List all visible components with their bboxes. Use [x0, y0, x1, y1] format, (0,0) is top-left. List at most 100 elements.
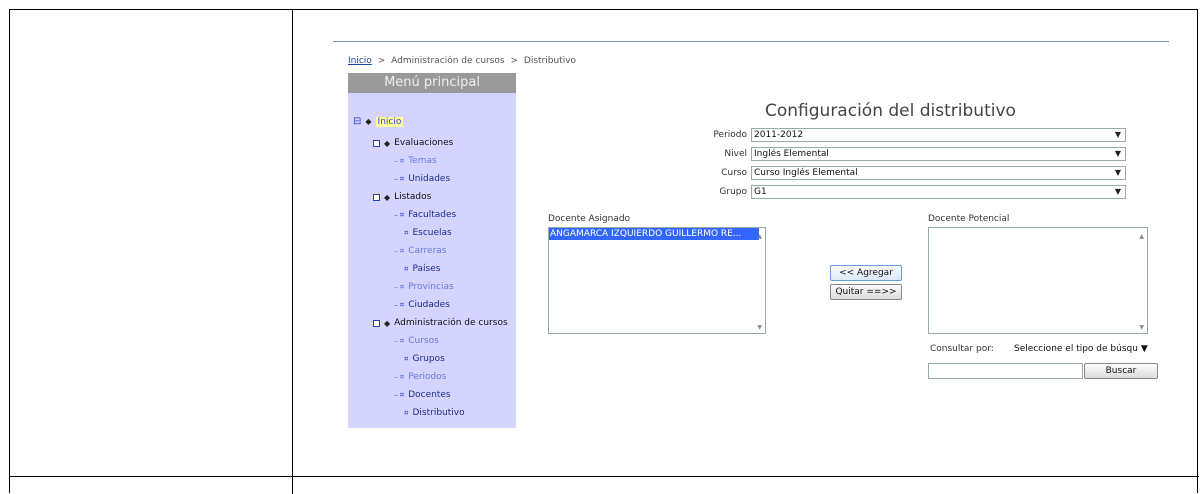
- scroll-down-icon[interactable]: ▼: [1139, 324, 1144, 331]
- assigned-teacher-label: Docente Asignado: [548, 214, 631, 224]
- top-border: [333, 41, 1169, 42]
- menu-item-label: Listados: [394, 192, 432, 202]
- page-title: Configuración del distributivo: [765, 101, 1016, 121]
- breadcrumb-home-link[interactable]: Inicio: [348, 56, 372, 66]
- app-window: Inicio > Administración de cursos > Dist…: [333, 41, 1169, 428]
- menu-item-label: Facultades: [408, 210, 457, 220]
- menu-item-grupos[interactable]: ¤ Grupos: [404, 354, 445, 364]
- add-button[interactable]: << Agregar: [830, 265, 902, 281]
- menu-item-label: Periodos: [408, 372, 447, 382]
- expand-box-icon[interactable]: [373, 139, 380, 147]
- search-type-value: Seleccione el tipo de búsqu: [1014, 344, 1138, 354]
- frame-divider-horizontal: [10, 476, 1199, 477]
- menu-item-cursos[interactable]: – ¤ Cursos: [394, 336, 439, 346]
- menu-item-label: Evaluaciones: [394, 138, 454, 148]
- bullet-icon: ◆: [365, 117, 372, 126]
- branch-icon: – ¤: [394, 301, 405, 309]
- scroll-up-icon[interactable]: ▲: [757, 233, 762, 240]
- assigned-teacher-list[interactable]: ANGAMARCA IZQUIERDO GUILLERMO RE... ▲ ▼: [548, 227, 766, 334]
- nivel-label: Nivel: [724, 149, 747, 159]
- branch-icon: – ¤: [394, 283, 405, 291]
- branch-icon: – ¤: [394, 373, 405, 381]
- menu-item-temas[interactable]: – ¤ Temas: [394, 156, 437, 166]
- grupo-value: G1: [754, 187, 767, 197]
- menu-item-carreras[interactable]: – ¤ Carreras: [394, 246, 446, 256]
- menu-item-docentes[interactable]: – ¤ Docentes: [394, 390, 451, 400]
- menu-item-label: Escuelas: [412, 228, 452, 238]
- branch-icon: – ¤: [394, 391, 405, 399]
- menu-item-label: Ciudades: [408, 300, 450, 310]
- chevron-down-icon: ▼: [1114, 187, 1121, 196]
- search-button[interactable]: Buscar: [1084, 363, 1158, 379]
- scroll-up-icon[interactable]: ▲: [1139, 233, 1144, 240]
- menu-item-distributivo[interactable]: ¤ Distributivo: [404, 408, 465, 418]
- branch-icon: ¤: [404, 355, 409, 363]
- menu-item-label: Países: [412, 264, 441, 274]
- menu-item-provincias[interactable]: – ¤ Provincias: [394, 282, 454, 292]
- potential-teacher-label: Docente Potencial: [928, 214, 1010, 224]
- breadcrumb-separator: >: [377, 56, 386, 66]
- search-by-label: Consultar por:: [930, 344, 994, 354]
- bullet-icon: ◆: [384, 192, 391, 202]
- assigned-teacher-item[interactable]: ANGAMARCA IZQUIERDO GUILLERMO RE...: [549, 228, 759, 240]
- menu-item-evaluaciones[interactable]: ◆ Evaluaciones: [373, 138, 453, 148]
- nivel-value: Inglés Elemental: [754, 149, 829, 159]
- curso-value: Curso Inglés Elemental: [754, 168, 858, 178]
- menu-item-label: Administración de cursos: [394, 318, 508, 328]
- breadcrumb-section: Administración de cursos: [391, 56, 505, 66]
- grupo-select[interactable]: G1 ▼: [751, 185, 1126, 199]
- menu-item-paises[interactable]: ¤ Países: [404, 264, 440, 274]
- main-menu: Menú principal ⊟ ◆ Inicio ◆ Evaluaciones…: [348, 73, 516, 428]
- nivel-row: Nivel Inglés Elemental ▼: [703, 147, 1126, 161]
- remove-button[interactable]: Quitar ==>>: [830, 284, 902, 300]
- menu-item-facultades[interactable]: – ¤ Facultades: [394, 210, 456, 220]
- branch-icon: ¤: [404, 265, 409, 273]
- bullet-icon: ◆: [384, 138, 391, 148]
- branch-icon: – ¤: [394, 211, 405, 219]
- frame-divider-vertical: [292, 10, 293, 494]
- periodo-label: Periodo: [713, 130, 747, 140]
- menu-title: Menú principal: [348, 73, 516, 93]
- branch-icon: – ¤: [394, 247, 405, 255]
- branch-icon: – ¤: [394, 175, 405, 183]
- menu-item-listados[interactable]: ◆ Listados: [373, 192, 431, 202]
- breadcrumb: Inicio > Administración de cursos > Dist…: [348, 56, 576, 66]
- potential-teacher-list[interactable]: ▲ ▼: [928, 227, 1148, 334]
- chevron-down-icon: ▼: [1114, 130, 1121, 139]
- menu-item-escuelas[interactable]: ¤ Escuelas: [404, 228, 452, 238]
- curso-label: Curso: [721, 168, 747, 178]
- scroll-down-icon[interactable]: ▼: [757, 324, 762, 331]
- branch-icon: – ¤: [394, 337, 405, 345]
- menu-item-label: Provincias: [408, 282, 454, 292]
- menu-item-administracion-cursos[interactable]: ◆ Administración de cursos: [373, 318, 508, 328]
- periodo-select[interactable]: 2011-2012 ▼: [751, 128, 1126, 142]
- branch-icon: ¤: [404, 409, 409, 417]
- curso-row: Curso Curso Inglés Elemental ▼: [703, 166, 1126, 180]
- curso-select[interactable]: Curso Inglés Elemental ▼: [751, 166, 1126, 180]
- nivel-select[interactable]: Inglés Elemental ▼: [751, 147, 1126, 161]
- menu-item-inicio[interactable]: ⊟ ◆ Inicio: [353, 116, 404, 127]
- expand-box-icon[interactable]: [373, 193, 380, 201]
- menu-item-label: Inicio: [375, 116, 404, 127]
- menu-item-label: Docentes: [408, 390, 451, 400]
- search-type-select[interactable]: Seleccione el tipo de búsqu ▼: [1014, 344, 1148, 354]
- menu-item-label: Carreras: [408, 246, 447, 256]
- collapse-icon[interactable]: ⊟: [353, 116, 361, 127]
- menu-item-unidades[interactable]: – ¤ Unidades: [394, 174, 450, 184]
- menu-item-label: Unidades: [408, 174, 451, 184]
- branch-icon: – ¤: [394, 157, 405, 165]
- grupo-row: Grupo G1 ▼: [703, 185, 1126, 199]
- menu-item-ciudades[interactable]: – ¤ Ciudades: [394, 300, 450, 310]
- breadcrumb-separator: >: [510, 56, 519, 66]
- menu-item-label: Temas: [408, 156, 437, 166]
- chevron-down-icon: ▼: [1114, 149, 1121, 158]
- chevron-down-icon: ▼: [1140, 344, 1148, 354]
- search-input[interactable]: [928, 363, 1083, 379]
- menu-item-label: Cursos: [408, 336, 439, 346]
- periodo-row: Periodo 2011-2012 ▼: [703, 128, 1126, 142]
- expand-box-icon[interactable]: [373, 319, 380, 327]
- bullet-icon: ◆: [384, 318, 391, 328]
- branch-icon: ¤: [404, 229, 409, 237]
- menu-item-periodos[interactable]: – ¤ Periodos: [394, 372, 446, 382]
- menu-item-label: Distributivo: [412, 408, 465, 418]
